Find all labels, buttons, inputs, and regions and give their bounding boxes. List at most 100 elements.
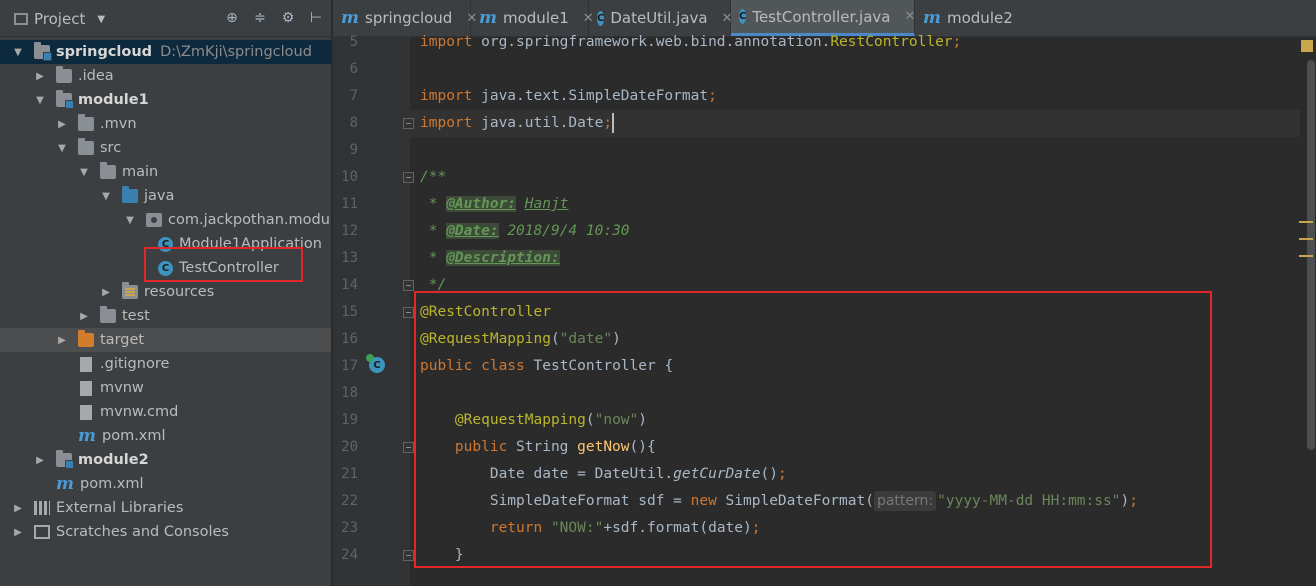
tree-item-scratches[interactable]: ▶ Scratches and Consoles (0, 520, 331, 544)
code-line[interactable]: import org.springframework.web.bind.anno… (420, 29, 961, 56)
gear-icon[interactable]: ⚙ (280, 10, 296, 26)
tree-item-java[interactable]: ▼ java (0, 184, 331, 208)
fold-marker-icon[interactable] (403, 118, 414, 129)
tree-item-main[interactable]: ▼ main (0, 160, 331, 184)
fold-marker-icon[interactable] (403, 307, 414, 318)
tree-item-target[interactable]: ▶ target (0, 328, 331, 352)
tree-item-label: target (100, 332, 145, 348)
tree-item-module2[interactable]: ▶ module2 (0, 448, 331, 472)
tab-label: DateUtil.java (610, 9, 708, 27)
chevron-right-icon[interactable]: ▶ (56, 118, 68, 130)
code-line[interactable]: import java.util.Date; (420, 110, 615, 137)
chevron-down-icon[interactable]: ▼ (56, 142, 68, 154)
warning-indicator-icon[interactable] (1301, 40, 1313, 52)
code-line[interactable]: import java.text.SimpleDateFormat; (420, 83, 717, 110)
tree-item-label: pom.xml (80, 476, 144, 492)
code-line[interactable]: SimpleDateFormat sdf = new SimpleDateFor… (420, 488, 1138, 515)
chevron-down-icon[interactable]: ▼ (78, 166, 90, 178)
chevron-right-icon[interactable]: ▶ (34, 454, 46, 466)
tree-item-module1application[interactable]: C Module1Application (0, 232, 331, 256)
tree-item-label: mvnw.cmd (100, 404, 179, 420)
tree-item-test[interactable]: ▶ test (0, 304, 331, 328)
fold-marker-icon[interactable] (403, 172, 414, 183)
chevron-right-icon[interactable]: ▶ (56, 334, 68, 346)
code-line[interactable]: return "NOW:"+sdf.format(date); (420, 515, 761, 542)
tree-item-testcontroller[interactable]: C TestController (0, 256, 331, 280)
chevron-down-icon[interactable]: ▼ (12, 46, 24, 58)
tree-item-label: main (122, 164, 159, 180)
code-line[interactable]: @RestController (420, 299, 551, 326)
code-token: ; (1129, 493, 1138, 509)
code-line[interactable]: * @Date: 2018/9/4 10:30 (420, 218, 630, 245)
code-token: new (690, 493, 726, 509)
code-line[interactable]: @RequestMapping("date") (420, 326, 621, 353)
code-token: ) (612, 331, 621, 347)
file-icon (80, 356, 92, 372)
code-token: RestController (830, 34, 953, 50)
scratches-icon (34, 525, 50, 539)
warning-marker[interactable] (1299, 238, 1313, 240)
code-token: ; (708, 88, 717, 104)
chevron-down-icon[interactable]: ▼ (100, 190, 112, 202)
maven-icon: m (56, 474, 74, 494)
chevron-down-icon[interactable]: ▼ (124, 214, 136, 226)
chevron-right-icon[interactable]: ▶ (12, 502, 24, 514)
code-token: getNow (577, 439, 630, 455)
tree-item-idea[interactable]: ▶ .idea (0, 64, 331, 88)
collapse-all-icon[interactable]: ≑ (252, 10, 268, 26)
hide-panel-icon[interactable]: ⊢ (308, 10, 324, 26)
code-line[interactable]: public String getNow(){ (420, 434, 656, 461)
code-line[interactable]: * @Author: Hanjt (420, 191, 568, 218)
project-panel-header: Project ▼ ⊕ ≑ ⚙ ⊢ (0, 0, 331, 37)
libraries-icon (34, 501, 50, 515)
fold-marker-icon[interactable] (403, 442, 414, 453)
warning-marker[interactable] (1299, 221, 1313, 223)
tree-item-resources[interactable]: ▶ resources (0, 280, 331, 304)
code-line[interactable]: Date date = DateUtil.getCurDate(); (420, 461, 787, 488)
code-line[interactable]: * @Description: (420, 245, 560, 272)
chevron-right-icon[interactable]: ▶ (78, 310, 90, 322)
code-line[interactable]: public class TestController { (420, 353, 673, 380)
code-token: * (420, 223, 447, 239)
chevron-right-icon[interactable]: ▶ (34, 70, 46, 82)
tab-label: module1 (503, 9, 569, 27)
tree-item-src[interactable]: ▼ src (0, 136, 331, 160)
code-token: import (420, 88, 482, 104)
code-line[interactable]: */ (420, 272, 446, 299)
tree-item-mvnw-cmd[interactable]: mvnw.cmd (0, 400, 331, 424)
code-token: "date" (559, 331, 613, 347)
tree-item-module1[interactable]: ▼ module1 (0, 88, 331, 112)
chevron-right-icon[interactable]: ▶ (100, 286, 112, 298)
chevron-right-icon[interactable]: ▶ (12, 526, 24, 538)
project-tool-window: Project ▼ ⊕ ≑ ⚙ ⊢ ▼ springcloud D:\ZmKji… (0, 0, 332, 586)
tree-item-mvnw[interactable]: mvnw (0, 376, 331, 400)
project-view-selector[interactable]: Project ▼ (14, 10, 105, 28)
spring-boot-class-icon: C (158, 236, 173, 252)
tree-item-package[interactable]: ▼ com.jackpothan.module (0, 208, 331, 232)
code-token: @RequestMapping (454, 412, 586, 428)
code-line[interactable]: /** (420, 164, 446, 191)
code-line[interactable]: } (420, 542, 464, 569)
tree-item-pom-root[interactable]: m pom.xml (0, 472, 331, 496)
line-number: 14 (341, 277, 358, 293)
line-number: 19 (341, 412, 358, 428)
tree-item-springcloud[interactable]: ▼ springcloud D:\ZmKji\springcloud (0, 40, 331, 64)
code-line[interactable]: @RequestMapping("now") (420, 407, 647, 434)
locate-target-icon[interactable]: ⊕ (224, 10, 240, 26)
tree-item-pom-module1[interactable]: m pom.xml (0, 424, 331, 448)
tree-item-external-libraries[interactable]: ▶ External Libraries (0, 496, 331, 520)
chevron-down-icon[interactable]: ▼ (34, 94, 46, 106)
code-token: 2018/9/4 10:30 (498, 223, 630, 239)
close-icon[interactable]: ✕ (905, 9, 916, 24)
tree-item-path: D:\ZmKji\springcloud (160, 44, 312, 60)
tree-item-mvn[interactable]: ▶ .mvn (0, 112, 331, 136)
fold-marker-icon[interactable] (403, 280, 414, 291)
fold-marker-icon[interactable] (403, 550, 414, 561)
spring-bean-icon[interactable]: C (366, 354, 385, 373)
tree-item-label: Scratches and Consoles (56, 524, 229, 540)
line-number: 13 (341, 250, 358, 266)
line-number: 22 (341, 493, 358, 509)
tree-item-gitignore[interactable]: .gitignore (0, 352, 331, 376)
warning-marker[interactable] (1299, 255, 1313, 257)
